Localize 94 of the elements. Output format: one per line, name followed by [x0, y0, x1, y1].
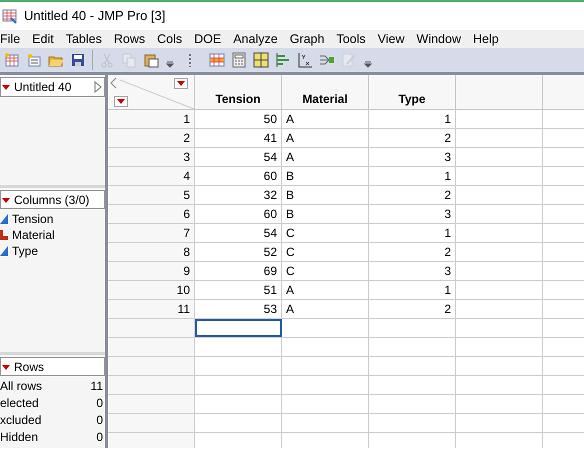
menu-item[interactable]: DOE [188, 30, 228, 48]
row-number[interactable]: 6 [108, 205, 195, 223]
column-header[interactable]: Material [302, 90, 348, 108]
table-cell-text: 54 [264, 225, 277, 242]
new-table-icon[interactable] [4, 52, 20, 68]
menu-item[interactable]: Edit [26, 30, 60, 48]
table-cell-text: 3 [444, 206, 451, 223]
column-name[interactable]: Material [12, 226, 55, 244]
panel-title: Columns (3/0) [14, 192, 90, 208]
grid-icon[interactable] [253, 52, 269, 68]
clipboard-icon[interactable] [143, 52, 159, 68]
row-number[interactable]: 4 [108, 167, 195, 185]
table-cell-text: 1 [444, 225, 451, 242]
table-icon[interactable] [209, 52, 225, 68]
table-cell-text: B [286, 168, 294, 185]
menu-item[interactable]: File [0, 30, 26, 48]
table-cell-text: 2 [444, 130, 451, 147]
row-number[interactable]: 7 [108, 224, 195, 242]
table-cell-text: 60 [264, 168, 277, 185]
calculator-icon[interactable] [231, 52, 247, 68]
row-state-label: elected [0, 394, 39, 412]
panel-title: Rows [14, 358, 44, 376]
table-cell-text: B [286, 187, 294, 204]
table-cell-text: A [286, 301, 294, 318]
row-state-count: 11 [90, 378, 103, 394]
menu-item[interactable]: Tools [330, 30, 372, 48]
menu-item[interactable]: View [372, 30, 411, 48]
table-cell-text: C [286, 244, 295, 261]
table-cell-text: 1 [444, 111, 451, 128]
table-cell-text: A [286, 130, 294, 147]
menu-item[interactable]: Rows [108, 30, 152, 48]
table-cell-text: 53 [264, 301, 277, 318]
row-number[interactable]: 9 [108, 262, 195, 280]
row-number[interactable]: 2 [108, 129, 195, 147]
row-number[interactable]: 11 [108, 300, 195, 318]
dropdown-icon[interactable] [174, 78, 188, 89]
nominal-icon [0, 230, 8, 240]
dropdown-icon[interactable] [1, 82, 11, 92]
table-cell-text: 2 [444, 301, 451, 318]
menu-item[interactable]: Analyze [227, 30, 284, 48]
menu-item[interactable]: Tables [60, 30, 108, 48]
table-cell-text: 54 [264, 149, 277, 166]
table-cell-text: 69 [264, 263, 277, 280]
table-cell-text: 1 [444, 168, 451, 185]
menu-item[interactable]: Cols [151, 30, 188, 48]
table-cell-text: 51 [264, 282, 277, 299]
column-name[interactable]: Type [12, 242, 38, 260]
save-icon[interactable] [70, 52, 86, 68]
row-state-label: xcluded [0, 412, 42, 428]
dropdown-icon[interactable] [114, 96, 128, 107]
table-cell-text: 41 [264, 130, 277, 147]
table-cell-text: C [286, 263, 295, 280]
row-number[interactable]: 1 [108, 110, 195, 128]
table-cell-text: 52 [264, 244, 277, 261]
table-panel-header[interactable]: Untitled 40 [0, 77, 105, 97]
table-cell-text: 3 [444, 149, 451, 166]
expand-arrow-icon[interactable] [94, 81, 102, 93]
row-state-label: Hidden [0, 428, 38, 446]
table-cell-text: 60 [264, 206, 277, 223]
continuous-icon [0, 246, 8, 256]
column-header[interactable]: Type [398, 90, 426, 108]
row-number[interactable]: 3 [108, 148, 195, 166]
table-cell-text: B [286, 206, 294, 223]
row-number[interactable]: 8 [108, 243, 195, 261]
row-number[interactable]: 5 [108, 186, 195, 204]
selected-cell[interactable] [195, 319, 282, 337]
row-state-count: 0 [96, 394, 103, 412]
menu-item[interactable]: Graph [284, 30, 330, 48]
menu-item[interactable]: Help [466, 30, 505, 48]
table-cell-text: A [286, 149, 294, 166]
table-cell-text: 2 [444, 244, 451, 261]
column-name[interactable]: Tension [12, 210, 54, 228]
row-number[interactable]: 10 [108, 281, 195, 299]
rows-panel-header[interactable]: Rows [0, 357, 105, 376]
new-script-icon[interactable] [26, 52, 42, 68]
axes-icon[interactable] [297, 52, 313, 68]
row-state-count: 0 [96, 428, 103, 446]
row-state-count: 0 [96, 412, 103, 428]
table-cell-text: 2 [444, 187, 451, 204]
menu-item[interactable]: Window [410, 30, 467, 48]
columns-panel-header[interactable]: Columns (3/0) [0, 190, 105, 209]
column-header[interactable]: Tension [215, 90, 261, 108]
table-cell-text: 3 [444, 263, 451, 280]
table-cell-text: 1 [444, 282, 451, 299]
table-name: Untitled 40 [14, 79, 72, 96]
bar-chart-icon[interactable] [275, 52, 291, 68]
table-cell-text: 50 [264, 111, 277, 128]
table-cell-text: 32 [264, 187, 277, 204]
table-cell-text: C [286, 225, 295, 242]
window-title: Untitled 40 - JMP Pro [3] [24, 7, 166, 26]
table-cell-text: A [286, 282, 294, 299]
continuous-icon [0, 214, 8, 224]
table-cell-text: A [286, 111, 294, 128]
row-state-label: All rows [0, 378, 42, 394]
